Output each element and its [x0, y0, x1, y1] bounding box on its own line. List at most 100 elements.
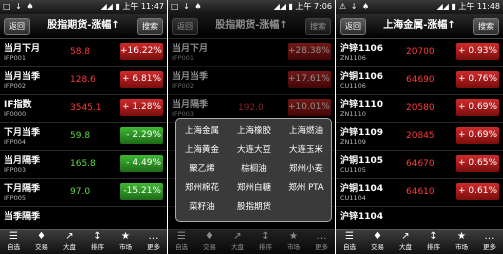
contract-code: ZN1109 [340, 138, 366, 146]
market-option[interactable]: 棕榈油 [228, 164, 280, 175]
last-price: 20580 [406, 103, 435, 113]
market-option[interactable]: 上海金属 [176, 126, 228, 137]
back-button[interactable]: 返回 [340, 18, 366, 35]
market-option[interactable]: 上海黄金 [176, 145, 228, 156]
market-option[interactable]: 郑州小麦 [280, 164, 332, 175]
list-icon: ☰ [345, 231, 354, 242]
money-bag-icon: ♦ [373, 231, 382, 242]
last-price: 64690 [406, 75, 435, 85]
status-clock: ◢◢ ▮ 上午 11:47 [100, 2, 164, 11]
contract-name: 沪锌1104 [340, 212, 384, 222]
tab-label: 排序 [427, 243, 440, 251]
search-button[interactable]: 搜索 [473, 18, 499, 35]
last-price: 3545.1 [70, 103, 102, 113]
market-option[interactable]: 上海燃油 [280, 126, 332, 137]
contract-code: IF0000 [4, 110, 27, 118]
screen-market-menu: □ ↓ ♠ ◢◢ ▮ 上午 7:06 股指期货-涨幅↑ 返回 搜索 当月下月 I… [168, 0, 335, 254]
tab-trade[interactable]: ♦ 交易 [28, 230, 55, 254]
markets-icon: ★ [121, 231, 130, 242]
quote-row[interactable]: 沪铜1106 CU1106 64690 + 0.76% [336, 67, 503, 95]
quote-row[interactable]: 沪铜1105 CU1105 64670 + 0.65% [336, 151, 503, 179]
last-price: 97.0 [70, 187, 91, 197]
title-bar: 上海金属-涨幅↑ 返回 搜索 [336, 14, 503, 39]
tab-label: 更多 [147, 243, 160, 251]
quote-row[interactable]: 当月当季 IFP002 128.6 + 6.81% [0, 67, 167, 95]
screen-futures-index: □ ↓ ♠ ◢◢ ▮ 上午 11:47 股指期货-涨幅↑ 返回 搜索 当月下月 … [0, 0, 167, 254]
contract-name: 沪锌1110 [340, 100, 384, 110]
chart-icon: ↗ [65, 231, 74, 242]
tab-more[interactable]: … 更多 [140, 230, 167, 254]
chart-icon: ↗ [401, 231, 410, 242]
more-icon: … [484, 231, 495, 242]
contract-code: CU1104 [340, 194, 366, 202]
market-option[interactable]: 郑州白糖 [228, 183, 280, 194]
bottom-tab-bar: ☰ 自选 ♦ 交易 ↗ 大盘 ↕ 排序 ★ 市场 … 更多 [336, 229, 503, 254]
market-option[interactable]: 郑州 PTA [280, 183, 332, 194]
contract-code: ZN1106 [340, 54, 366, 62]
tab-more[interactable]: … 更多 [476, 230, 503, 254]
tab-markets[interactable]: ★ 市场 [112, 230, 139, 254]
market-option[interactable]: 聚乙烯 [176, 164, 228, 175]
sort-icon: ↕ [429, 231, 438, 242]
change-percent-badge: -15.21% [120, 183, 163, 200]
tab-label: 排序 [91, 243, 104, 251]
quote-row[interactable]: 沪锌1109 ZN1109 20845 + 0.69% [336, 123, 503, 151]
tab-label: 自选 [7, 243, 20, 251]
quote-row[interactable]: IF指数 IF0000 3545.1 + 1.28% [0, 95, 167, 123]
contract-code: CU1106 [340, 82, 366, 90]
last-price: 20845 [406, 131, 435, 141]
tab-trade[interactable]: ♦ 交易 [364, 230, 391, 254]
change-percent-badge: + 0.93% [456, 43, 499, 60]
back-button[interactable]: 返回 [4, 18, 30, 35]
contract-name: 沪锌1109 [340, 128, 384, 138]
contract-code: IFP005 [4, 194, 26, 202]
last-price: 59.8 [70, 131, 91, 141]
tab-sort[interactable]: ↕ 排序 [84, 230, 111, 254]
contract-name: IF指数 [4, 100, 32, 110]
change-percent-badge: + 0.76% [456, 71, 499, 88]
market-option[interactable]: 大连大豆 [228, 145, 280, 156]
contract-name: 沪铜1106 [340, 72, 384, 82]
quote-row[interactable]: 沪锌1106 ZN1106 20700 + 0.93% [336, 39, 503, 67]
market-option[interactable]: 大连玉米 [280, 145, 332, 156]
status-bar: □ ↓ ♠ ◢◢ ▮ 上午 7:06 [168, 0, 335, 14]
tab-label: 交易 [371, 243, 384, 251]
quote-row[interactable]: 沪锌1110 ZN1110 20580 + 0.69% [336, 95, 503, 123]
tab-markets[interactable]: ★ 市场 [448, 230, 475, 254]
change-percent-badge: + 0.61% [456, 183, 499, 200]
tab-watchlist[interactable]: ☰ 自选 [336, 230, 363, 254]
quote-row[interactable]: 下月隔季 IFP005 97.0 -15.21% [0, 179, 167, 207]
search-button[interactable]: 搜索 [137, 18, 163, 35]
tab-label: 自选 [343, 243, 356, 251]
market-option[interactable]: 上海橡胶 [228, 126, 280, 137]
last-price: 64610 [406, 187, 435, 197]
quote-row[interactable]: 下月当季 IFP004 59.8 - 2.29% [0, 123, 167, 151]
status-icons: ⚠ ↓ ♠ [339, 2, 371, 11]
market-option[interactable]: 股指期货 [228, 202, 280, 213]
list-icon: ☰ [9, 231, 18, 242]
market-option[interactable]: 郑州棉花 [176, 183, 228, 194]
quote-row[interactable]: 当月下月 IFP001 58.8 +16.22% [0, 39, 167, 67]
last-price: 128.6 [70, 75, 96, 85]
last-price: 165.8 [70, 159, 96, 169]
market-option[interactable]: 菜籽油 [176, 202, 228, 213]
quote-row[interactable]: 沪铜1104 CU1104 64610 + 0.61% [336, 179, 503, 207]
contract-name: 下月当季 [4, 128, 41, 138]
contract-code: CU1105 [340, 166, 366, 174]
contract-name: 沪锌1106 [340, 44, 384, 54]
contract-name: 下月隔季 [4, 184, 41, 194]
tab-sort[interactable]: ↕ 排序 [420, 230, 447, 254]
tab-label: 市场 [455, 243, 468, 251]
contract-name: 沪铜1104 [340, 184, 384, 194]
more-icon: … [148, 231, 159, 242]
status-bar: ⚠ ↓ ♠ ◢◢ ▮ 上午 11:48 [336, 0, 503, 14]
tab-watchlist[interactable]: ☰ 自选 [0, 230, 27, 254]
tab-label: 更多 [483, 243, 496, 251]
tab-market-index[interactable]: ↗ 大盘 [392, 230, 419, 254]
change-percent-badge: +16.22% [120, 43, 163, 60]
sort-icon: ↕ [93, 231, 102, 242]
contract-name: 当月下月 [4, 44, 41, 54]
tab-market-index[interactable]: ↗ 大盘 [56, 230, 83, 254]
quote-row[interactable]: 当月隔季 IFP003 165.8 - 4.49% [0, 151, 167, 179]
change-percent-badge: - 4.49% [120, 155, 163, 172]
